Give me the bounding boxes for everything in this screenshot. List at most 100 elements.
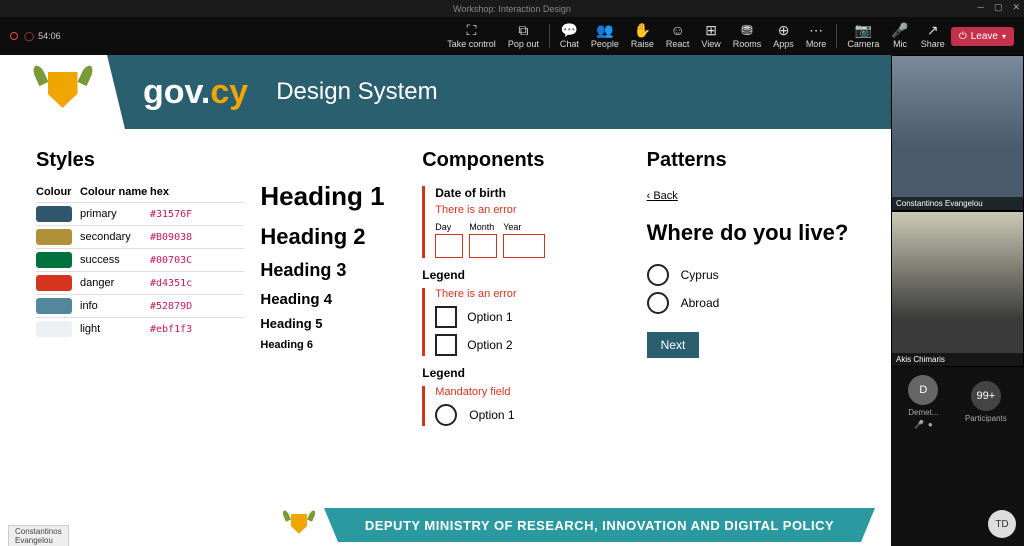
colour-row: info#52879D bbox=[36, 294, 244, 317]
styles-heading: Styles bbox=[36, 149, 244, 172]
heading-2-sample: Heading 2 bbox=[260, 224, 406, 250]
heading-3-sample: Heading 3 bbox=[260, 260, 406, 281]
back-link[interactable]: ‹ Back bbox=[647, 190, 678, 202]
meeting-toolbar: ◯ 54:06 ⛶Take control ⧉Pop out 💬Chat 👥Pe… bbox=[0, 17, 1024, 55]
colour-swatch bbox=[36, 206, 72, 222]
colour-row: danger#d4351c bbox=[36, 271, 244, 294]
people-button[interactable]: 👥People bbox=[585, 23, 625, 49]
participant-name: Constantinos Evangelou bbox=[892, 197, 1023, 210]
mic-button[interactable]: 🎤Mic bbox=[885, 23, 914, 49]
colour-row: primary#31576F bbox=[36, 202, 244, 225]
colour-swatch bbox=[36, 321, 72, 337]
camera-off-icon: 📷 bbox=[855, 23, 872, 37]
colour-table-header: Colour Colour name hex bbox=[36, 186, 244, 202]
colour-hex: #52879D bbox=[150, 301, 192, 312]
footer-text: DEPUTY MINISTRY OF RESEARCH, INNOVATION … bbox=[338, 508, 861, 542]
checkbox-1[interactable] bbox=[435, 306, 457, 328]
error-message: There is an error bbox=[435, 204, 630, 216]
colour-name: light bbox=[80, 323, 150, 335]
react-icon: ☺ bbox=[671, 23, 685, 37]
window-title: Workshop: Interaction Design bbox=[453, 4, 571, 14]
status-dot-icon: ● bbox=[928, 420, 933, 429]
pop-out-button[interactable]: ⧉Pop out bbox=[502, 23, 545, 49]
month-input[interactable] bbox=[469, 234, 497, 258]
colour-name: info bbox=[80, 300, 150, 312]
meeting-timer: 54:06 bbox=[38, 31, 61, 41]
colour-hex: #d4351c bbox=[150, 278, 192, 289]
heading-5-sample: Heading 5 bbox=[260, 316, 406, 331]
shared-screen: gov.cy Design System Styles Colour Colou… bbox=[0, 55, 891, 546]
pop-out-icon: ⧉ bbox=[518, 23, 528, 37]
rooms-icon: ⛃ bbox=[741, 23, 753, 37]
chat-icon: 💬 bbox=[561, 23, 578, 37]
view-icon: ⊞ bbox=[705, 23, 717, 37]
rooms-button[interactable]: ⛃Rooms bbox=[727, 23, 768, 49]
avatar-name: Participants bbox=[965, 414, 1007, 423]
colour-name: secondary bbox=[80, 231, 150, 243]
colour-hex: #31576F bbox=[150, 209, 192, 220]
apps-icon: ⊕ bbox=[778, 23, 790, 37]
participant-video bbox=[892, 212, 1023, 366]
slide-footer: DEPUTY MINISTRY OF RESEARCH, INNOVATION … bbox=[0, 504, 891, 546]
more-button[interactable]: ⋯More bbox=[800, 23, 833, 49]
more-icon: ⋯ bbox=[809, 23, 823, 37]
colour-row: light#ebf1f3 bbox=[36, 317, 244, 340]
video-tile-1[interactable]: Constantinos Evangelou bbox=[891, 55, 1024, 211]
colour-hex: #00703C bbox=[150, 255, 192, 266]
dob-label: Date of birth bbox=[435, 186, 630, 200]
heading-4-sample: Heading 4 bbox=[260, 291, 406, 308]
colour-swatch bbox=[36, 229, 72, 245]
apps-button[interactable]: ⊕Apps bbox=[767, 23, 800, 49]
colour-row: success#00703C bbox=[36, 248, 244, 271]
colour-hex: #B09038 bbox=[150, 232, 192, 243]
components-heading: Components bbox=[422, 149, 630, 172]
react-button[interactable]: ☺React bbox=[660, 23, 696, 49]
self-avatar[interactable]: TD bbox=[988, 510, 1016, 538]
slide-pager: 13 of 57 Constantinos Evangelou bbox=[8, 528, 49, 540]
colour-swatch bbox=[36, 298, 72, 314]
colour-name: success bbox=[80, 254, 150, 266]
page-title: Design System bbox=[276, 78, 437, 106]
mandatory-message: Mandatory field bbox=[435, 386, 630, 398]
slide-header: gov.cy Design System bbox=[0, 55, 891, 129]
colour-swatch bbox=[36, 275, 72, 291]
raise-icon: ✋ bbox=[634, 23, 651, 37]
maximize-icon[interactable]: ▢ bbox=[994, 2, 1003, 13]
participants-panel: Constantinos Evangelou Akis Chimaris D D… bbox=[891, 55, 1024, 546]
error-message-2: There is an error bbox=[435, 288, 630, 300]
participant-name: Akis Chimaris bbox=[892, 353, 1023, 366]
colour-hex: #ebf1f3 bbox=[150, 324, 192, 335]
legend-label-2: Legend bbox=[422, 366, 630, 380]
mic-off-icon: 🎤 bbox=[914, 420, 924, 429]
presenter-name: Constantinos Evangelou bbox=[8, 525, 69, 546]
heading-6-sample: Heading 6 bbox=[260, 339, 406, 351]
people-icon: 👥 bbox=[596, 23, 613, 37]
overflow-avatar[interactable]: 99+ bbox=[971, 381, 1001, 411]
brand-govcy: gov.cy bbox=[143, 73, 248, 112]
chat-button[interactable]: 💬Chat bbox=[554, 23, 585, 49]
minimize-icon[interactable]: ─ bbox=[978, 2, 984, 13]
colour-swatch bbox=[36, 252, 72, 268]
radio-abroad[interactable] bbox=[647, 292, 669, 314]
year-input[interactable] bbox=[503, 234, 545, 258]
leave-icon: ⏻ bbox=[959, 31, 967, 42]
day-input[interactable] bbox=[435, 234, 463, 258]
video-tile-2[interactable]: Akis Chimaris bbox=[891, 211, 1024, 367]
close-icon[interactable]: ✕ bbox=[1012, 2, 1020, 13]
radio-mandatory[interactable] bbox=[435, 404, 457, 426]
record-indicator-icon bbox=[10, 32, 18, 40]
camera-button[interactable]: 📷Camera bbox=[841, 23, 885, 49]
avatar[interactable]: D bbox=[908, 375, 938, 405]
share-button[interactable]: ↗Share bbox=[915, 23, 951, 49]
radio-cyprus[interactable] bbox=[647, 264, 669, 286]
leave-button[interactable]: ⏻Leave▾ bbox=[951, 27, 1014, 46]
checkbox-2[interactable] bbox=[435, 334, 457, 356]
next-button[interactable]: Next bbox=[647, 332, 700, 358]
legend-label: Legend bbox=[422, 268, 630, 282]
window-controls: ─ ▢ ✕ bbox=[978, 2, 1020, 13]
colour-name: primary bbox=[80, 208, 150, 220]
colour-name: danger bbox=[80, 277, 150, 289]
take-control-button[interactable]: ⛶Take control bbox=[441, 23, 502, 49]
view-button[interactable]: ⊞View bbox=[695, 23, 726, 49]
raise-button[interactable]: ✋Raise bbox=[625, 23, 660, 49]
